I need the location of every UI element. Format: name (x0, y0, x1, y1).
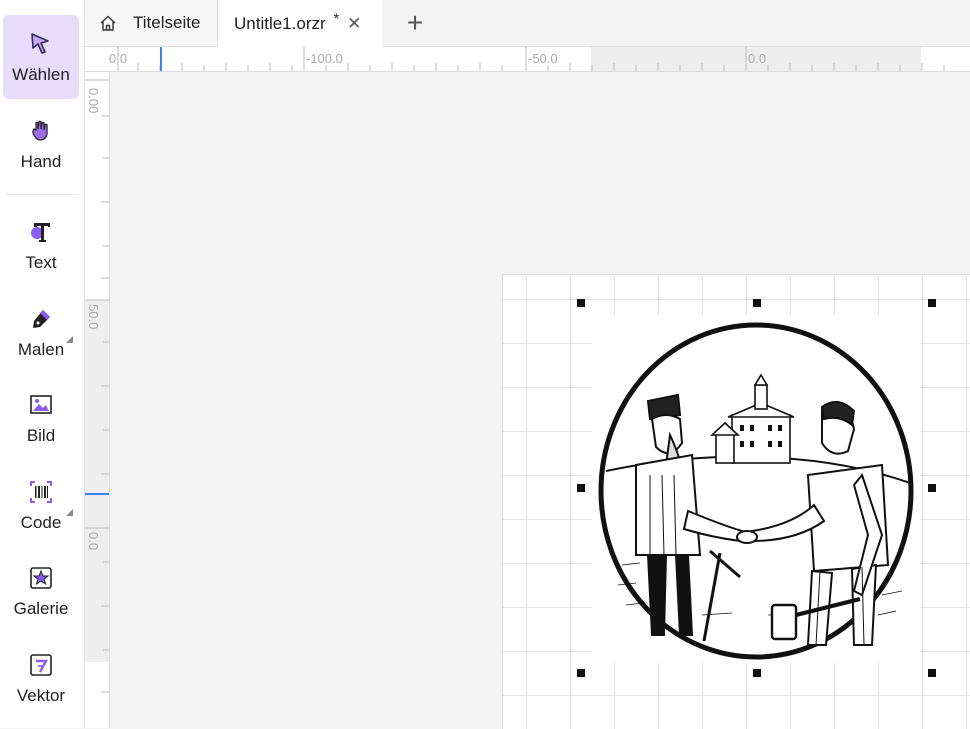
tool-panel: Wählen Hand Text Malen Bild Code Galerie… (0, 0, 85, 728)
ruler-label: 0.0 (86, 532, 101, 551)
tool-code-label: Code (20, 513, 62, 532)
ruler-label: 0.0 (109, 51, 128, 66)
tool-gallery-label: Galerie (13, 599, 69, 618)
design-canvas[interactable] (110, 72, 970, 729)
add-tab-button[interactable]: + (395, 0, 435, 46)
selection-handle-bottom-left[interactable] (577, 669, 585, 677)
submenu-indicator (66, 336, 73, 343)
modified-indicator: * (333, 9, 340, 26)
tool-hand[interactable]: Hand (3, 102, 79, 186)
tab-document-label: Untitle1.orzr (234, 13, 326, 33)
selection-handle-top[interactable] (753, 299, 761, 307)
hand-icon (26, 116, 56, 146)
text-icon (26, 217, 56, 247)
pen-icon (26, 304, 56, 334)
vertical-ruler: 0.00 50.0 0.0 (85, 72, 110, 728)
vector-icon (26, 650, 56, 680)
selection-handle-top-left[interactable] (577, 299, 585, 307)
tool-vector[interactable]: Vektor (3, 636, 79, 720)
tool-code[interactable]: Code (3, 463, 79, 547)
ruler-label: -100.0 (306, 51, 343, 66)
gallery-star-icon (26, 563, 56, 593)
ruler-label: 0.0 (748, 51, 767, 66)
tool-image[interactable]: Bild (3, 376, 79, 460)
seal-illustration[interactable] (592, 315, 920, 663)
tab-document[interactable]: Untitle1.orzr * ✕ (218, 0, 382, 47)
selection-handle-bottom[interactable] (753, 669, 761, 677)
selection-handle-right[interactable] (928, 484, 936, 492)
tool-text[interactable]: Text (3, 203, 79, 287)
close-tab-icon[interactable]: ✕ (347, 14, 361, 34)
tab-home[interactable]: Titelseite (85, 0, 218, 46)
select-cursor-icon (26, 29, 56, 59)
ruler-label: 50.0 (86, 304, 101, 330)
tool-gallery[interactable]: Galerie (3, 549, 79, 633)
home-icon (99, 14, 117, 32)
tool-text-label: Text (25, 253, 57, 272)
selection-handle-bottom-right[interactable] (928, 669, 936, 677)
tool-hand-label: Hand (20, 152, 62, 171)
toolbar-divider (6, 194, 78, 195)
tool-select-label: Wählen (12, 65, 70, 84)
document-tab-bar: Titelseite Untitle1.orzr * ✕ + (85, 0, 970, 47)
ruler-label: -50.0 (528, 51, 558, 66)
tool-select[interactable]: Wählen (3, 15, 79, 99)
barcode-icon (26, 477, 56, 507)
tool-paint-label: Malen (17, 340, 65, 359)
tool-paint[interactable]: Malen (3, 290, 79, 374)
selection-handle-left[interactable] (577, 484, 585, 492)
horizontal-ruler: 0.0 -100.0 -50.0 0.0 (85, 47, 970, 72)
tool-vector-label: Vektor (16, 686, 66, 705)
selection-handle-top-right[interactable] (928, 299, 936, 307)
tool-image-label: Bild (26, 426, 56, 445)
submenu-indicator (66, 509, 73, 516)
tab-home-label: Titelseite (133, 13, 201, 32)
image-icon (26, 390, 56, 420)
ruler-label: 0.00 (86, 88, 101, 114)
